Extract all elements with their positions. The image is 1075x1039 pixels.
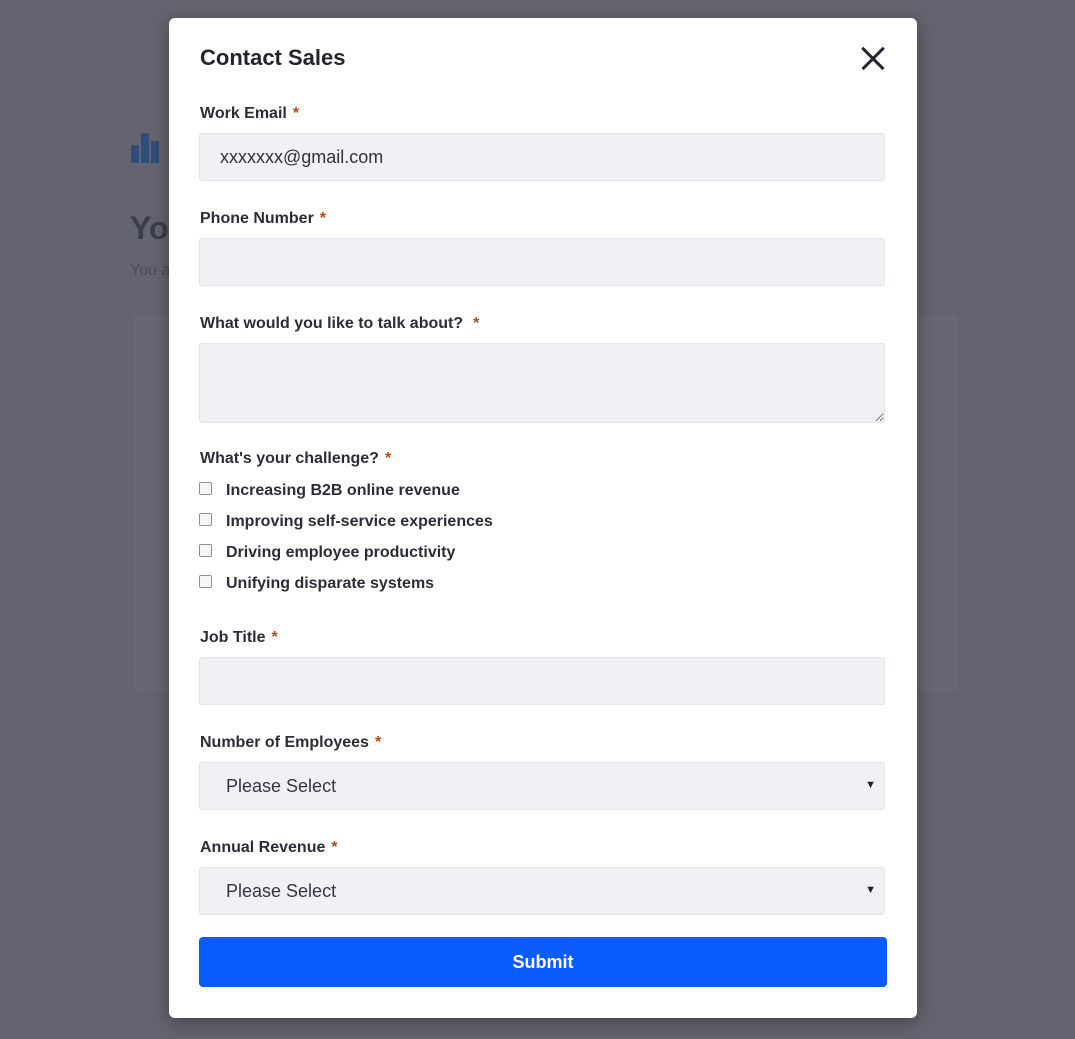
checkbox[interactable] [199,512,212,526]
logo-icon [131,133,161,163]
job-title-input[interactable] [199,657,885,705]
background-subtext: You a [130,262,171,279]
checkbox-label: Increasing B2B online revenue [226,482,460,499]
work-email-input[interactable] [199,133,885,181]
challenge-option[interactable]: Driving employee productivity [199,542,455,564]
checkbox-label: Unifying disparate systems [226,575,435,592]
challenge-option[interactable]: Unifying disparate systems [199,573,434,595]
checkbox[interactable] [199,574,212,588]
required-marker: * [292,105,300,122]
required-marker: * [271,629,278,646]
modal-title: Contact Sales [200,45,346,70]
required-marker: * [384,450,392,467]
employees-select[interactable]: Please Select ▼ [199,762,885,810]
revenue-selected-value: Please Select [226,881,337,901]
phone-number-label: Phone Number * [200,210,327,227]
employees-selected-value: Please Select [226,776,337,796]
revenue-label: Annual Revenue * [200,839,338,856]
background-heading: Yo [130,210,169,246]
required-marker: * [374,734,382,751]
checkbox[interactable] [199,543,212,557]
revenue-select[interactable]: Please Select ▼ [199,867,885,915]
challenge-label: What's your challenge? * [200,450,392,467]
talk-about-textarea[interactable] [199,343,885,423]
required-marker: * [331,839,338,856]
work-email-label: Work Email * [200,105,300,122]
phone-number-input[interactable] [199,238,885,286]
required-marker: * [473,315,480,332]
employees-label: Number of Employees * [200,734,382,751]
required-marker: * [319,210,327,227]
contact-sales-modal: Contact Sales Work Email* Phone Number* … [169,18,917,1018]
close-icon[interactable] [859,44,887,72]
challenge-option[interactable]: Improving self-service experiences [199,511,493,533]
talk-about-label: What would you like to talk about? * [200,315,480,332]
checkbox-label: Driving employee productivity [226,544,456,561]
caret-down-icon: ▼ [865,779,876,791]
submit-button[interactable]: Submit [199,937,887,987]
challenge-option[interactable]: Increasing B2B online revenue [199,480,460,502]
checkbox[interactable] [199,481,212,495]
caret-down-icon: ▼ [865,884,876,896]
job-title-label: Job Title * [200,629,278,646]
checkbox-label: Improving self-service experiences [226,513,493,530]
